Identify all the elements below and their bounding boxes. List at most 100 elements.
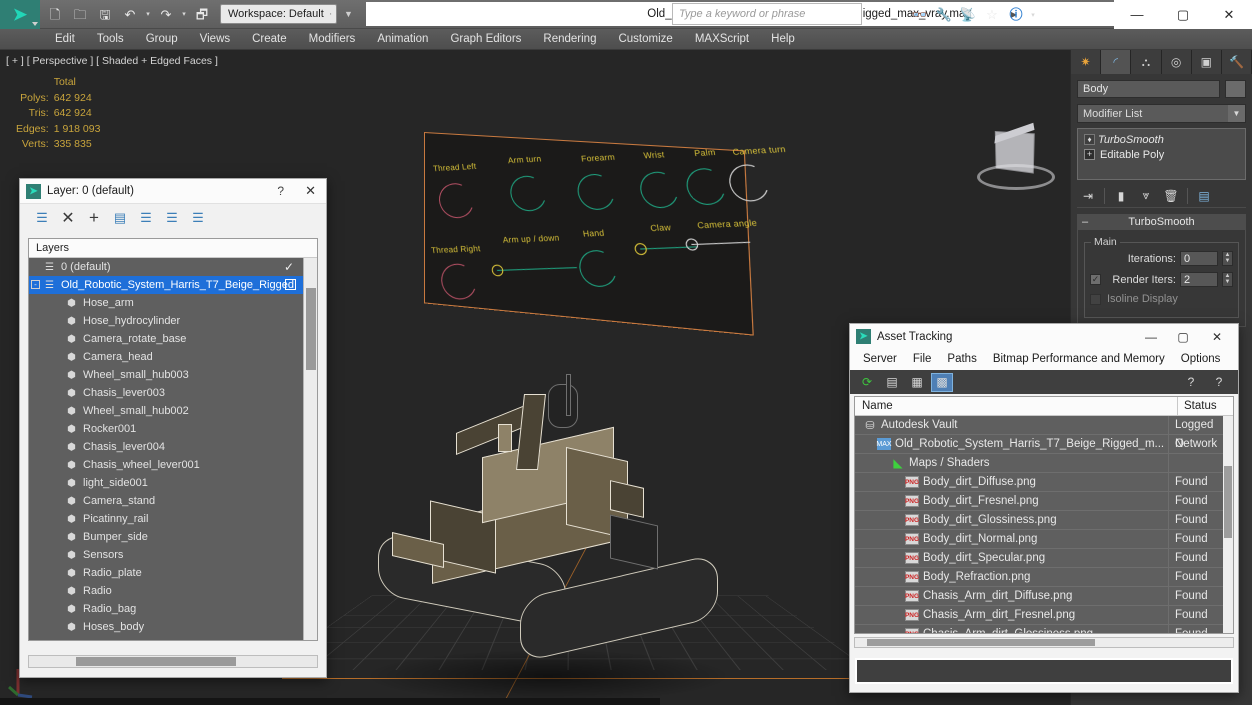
asset-menu-server[interactable]: Server xyxy=(855,349,905,370)
layer-object-row[interactable]: ⬢ Rocker001 xyxy=(29,420,303,438)
asset-row[interactable]: PNG Body_dirt_Diffuse.png Found xyxy=(855,472,1223,492)
layer-dialog[interactable]: ➤ Layer: 0 (default) ? ✕ ☰ ✕ + ▤ ☰ ☰ ☰ L… xyxy=(19,178,327,678)
undo-icon[interactable]: ↶ xyxy=(119,4,141,25)
motion-tab[interactable]: ◎ xyxy=(1161,50,1192,74)
minimize-button[interactable]: — xyxy=(1134,324,1168,349)
menu-item-modifiers[interactable]: Modifiers xyxy=(298,29,367,50)
help-icon[interactable]: ? xyxy=(1208,373,1230,392)
redo-dropdown-icon[interactable]: ▾ xyxy=(180,10,188,18)
rollout-header[interactable]: – TurboSmooth xyxy=(1077,214,1246,230)
highlight-selected-objects-icon[interactable]: ☰ xyxy=(136,208,156,228)
set-current-layer-icon[interactable]: ☰ xyxy=(188,208,208,228)
slider-handle[interactable] xyxy=(491,264,504,277)
maximize-button[interactable]: ▢ xyxy=(1160,0,1206,29)
menu-item-group[interactable]: Group xyxy=(135,29,189,50)
asset-tracking-dialog[interactable]: ➤ Asset Tracking — ▢ ✕ Server File Paths Bi… xyxy=(849,323,1239,693)
layer-object-row[interactable]: ⬢ Wheel_small_hub003 xyxy=(29,366,303,384)
delete-layer-icon[interactable]: ✕ xyxy=(58,208,78,228)
grid-view-icon[interactable]: ▩ xyxy=(931,372,953,392)
layer-object-row[interactable]: ⬢ Hose_hydrocylinder xyxy=(29,312,303,330)
viewcube[interactable] xyxy=(975,122,1057,198)
asset-row[interactable]: ⛁ Autodesk Vault Logged O xyxy=(855,416,1223,450)
render-iters-checkbox[interactable]: ✓ xyxy=(1090,274,1101,285)
layer-object-row[interactable]: ⬢ Chasis_lever004 xyxy=(29,438,303,456)
workspace-selector[interactable]: Workspace: Default · xyxy=(220,4,338,24)
close-button[interactable]: ✕ xyxy=(1200,324,1234,349)
list-view-icon[interactable]: ▤ xyxy=(881,373,903,392)
iterations-stepper[interactable]: ▲ ▼ xyxy=(1222,251,1233,266)
undo-dropdown-icon[interactable]: ▾ xyxy=(144,10,152,18)
detail-view-icon[interactable]: ▦ xyxy=(906,373,928,392)
layer-hscroll-thumb[interactable] xyxy=(76,657,236,666)
layer-object-row[interactable]: ⬢ Hoses_body xyxy=(29,618,303,636)
rig-control-palm[interactable] xyxy=(680,162,732,211)
layer-object-row[interactable]: ⬢ Bumper_side xyxy=(29,528,303,546)
new-file-icon[interactable]: 🗋 xyxy=(44,4,66,25)
rig-control-hand[interactable] xyxy=(573,244,623,293)
layer-object-row[interactable]: ⬢ light_side001 xyxy=(29,474,303,492)
render-iters-field[interactable]: 2 xyxy=(1180,272,1218,287)
layer-horizontal-scrollbar[interactable] xyxy=(28,655,318,668)
menu-item-rendering[interactable]: Rendering xyxy=(532,29,607,50)
robot-model[interactable] xyxy=(370,374,750,680)
select-objects-in-layer-icon[interactable]: ▤ xyxy=(110,208,130,228)
rig-control-camera-turn[interactable] xyxy=(722,159,776,207)
configure-modifier-sets-icon[interactable]: ▤ xyxy=(1193,186,1215,206)
help-dropdown-icon[interactable]: ▾ xyxy=(1029,11,1037,19)
pin-stack-icon[interactable]: ⇥ xyxy=(1077,186,1099,206)
menu-item-create[interactable]: Create xyxy=(241,29,298,50)
wrench-icon[interactable]: 🔧 xyxy=(933,4,955,25)
help-icon[interactable]: ? xyxy=(277,184,284,198)
modifier-stack[interactable]: ♦ TurboSmooth + Editable Poly xyxy=(1077,128,1246,180)
open-file-icon[interactable]: 🗀 xyxy=(69,4,91,25)
layer-object-row[interactable]: ⬢ Sensors xyxy=(29,546,303,564)
rig-slider-camera-angle[interactable] xyxy=(684,238,751,251)
asset-rows[interactable]: ⛁ Autodesk Vault Logged O MAX Old_Robotic_Sy… xyxy=(855,416,1223,633)
modifier-stack-item[interactable]: ♦ TurboSmooth xyxy=(1080,132,1243,147)
create-tab[interactable]: ✷ xyxy=(1071,50,1102,74)
viewcube-compass-ring[interactable] xyxy=(977,164,1055,190)
minimize-button[interactable]: — xyxy=(1114,0,1160,29)
layer-object-row[interactable]: ⬢ Chasis_lever003 xyxy=(29,384,303,402)
layer-vertical-scrollbar[interactable] xyxy=(303,258,317,640)
favorite-star-icon[interactable]: ☆ xyxy=(981,4,1003,25)
layer-object-row[interactable]: ⬢ Camera_rotate_base xyxy=(29,330,303,348)
search-input[interactable]: Type a keyword or phrase xyxy=(672,3,862,25)
asset-menu-options[interactable]: Options xyxy=(1173,349,1229,370)
make-unique-icon[interactable]: ⩔ xyxy=(1135,186,1157,206)
expand-icon[interactable]: + xyxy=(1084,149,1095,160)
layer-object-row[interactable]: ⬢ Camera_stand xyxy=(29,492,303,510)
layer-object-row[interactable]: ⬢ Radio_bag xyxy=(29,600,303,618)
save-file-icon[interactable]: 🖫 xyxy=(94,4,116,25)
slider-handle[interactable] xyxy=(633,242,648,256)
modifier-list-dropdown[interactable]: Modifier List ▼ xyxy=(1077,104,1246,123)
modifier-stack-item[interactable]: + Editable Poly xyxy=(1080,147,1243,162)
menu-item-maxscript[interactable]: MAXScript xyxy=(684,29,760,50)
show-end-result-icon[interactable]: ▮ xyxy=(1110,186,1132,206)
menu-item-graph-editors[interactable]: Graph Editors xyxy=(439,29,532,50)
close-button[interactable]: ✕ xyxy=(1206,0,1252,29)
add-selection-to-layer-icon[interactable]: + xyxy=(84,208,104,228)
asset-row[interactable]: PNG Chasis_Arm_dirt_Diffuse.png Found xyxy=(855,586,1223,606)
asset-row[interactable]: PNG Body_dirt_Normal.png Found xyxy=(855,529,1223,549)
menu-item-tools[interactable]: Tools xyxy=(86,29,135,50)
rig-control-wrist[interactable] xyxy=(633,166,685,214)
asset-row[interactable]: PNG Chasis_Arm_dirt_Fresnel.png Found xyxy=(855,605,1223,625)
rig-control-panel[interactable]: Thread Left Arm turn Forearm Wrist Palm Camer… xyxy=(424,132,787,336)
asset-vertical-scrollbar[interactable] xyxy=(1223,416,1233,633)
workspace-dropdown-icon[interactable]: ▼ xyxy=(340,4,356,24)
collapse-icon[interactable]: – xyxy=(1082,217,1088,228)
iterations-field[interactable]: 0 xyxy=(1180,251,1218,266)
asset-row[interactable]: PNG Body_dirt_Specular.png Found xyxy=(855,548,1223,568)
add-selected-objects-icon[interactable]: ☰ xyxy=(162,208,182,228)
modify-tab[interactable]: ◜ xyxy=(1101,50,1132,74)
hierarchy-tab[interactable]: ⛬ xyxy=(1131,50,1162,74)
chevron-down-icon[interactable]: ▼ xyxy=(1228,105,1245,122)
menu-item-animation[interactable]: Animation xyxy=(366,29,439,50)
utilities-tab[interactable]: 🔨 xyxy=(1221,50,1252,74)
asset-row[interactable]: PNG Chasis_Arm_dirt_Glossiness.png Found xyxy=(855,624,1223,633)
asset-horizontal-scrollbar[interactable] xyxy=(854,637,1234,648)
layer-scroll-thumb[interactable] xyxy=(306,288,316,370)
layer-list[interactable]: Layers ☰ 0 (default) ✓ - ☰ Old_Robotic_System… xyxy=(28,238,318,641)
project-folder-icon[interactable]: 🗗 xyxy=(191,4,213,25)
